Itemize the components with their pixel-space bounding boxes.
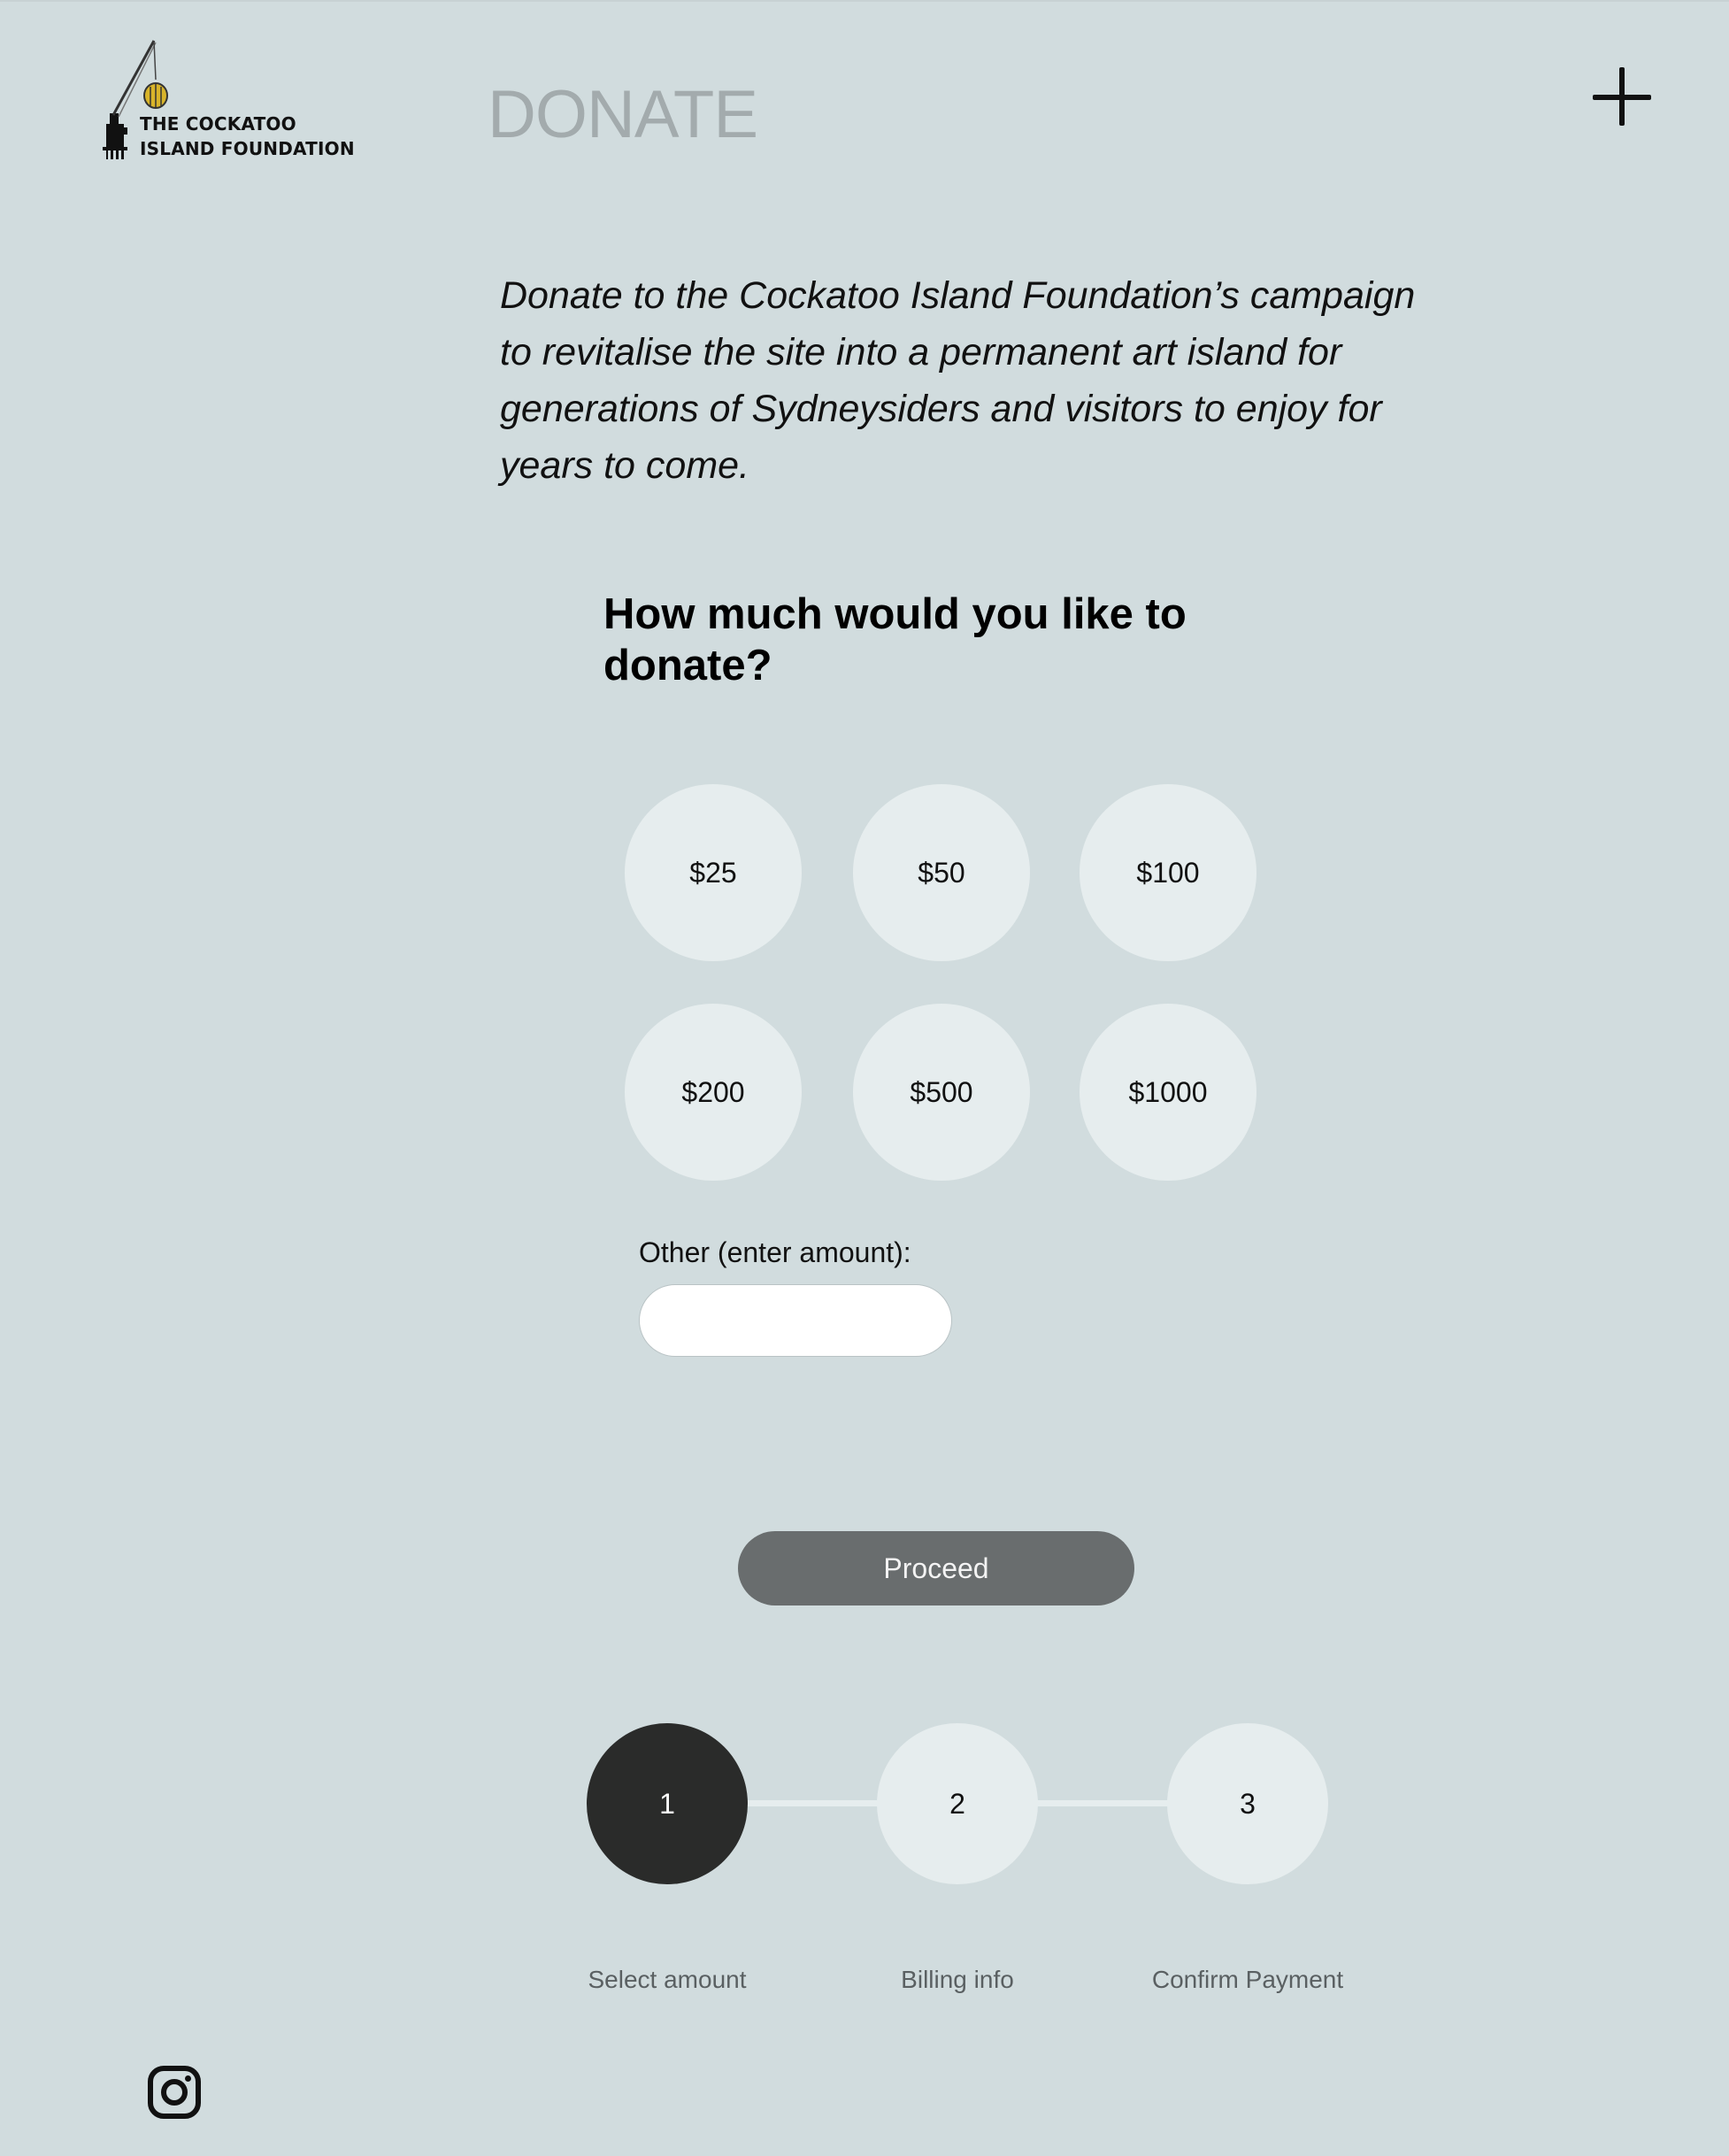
- step-connector-1-2: [747, 1800, 880, 1806]
- top-border: [0, 0, 1729, 2]
- step-1-indicator: 1: [587, 1723, 748, 1884]
- page-title: DONATE: [488, 77, 758, 152]
- proceed-button[interactable]: Proceed: [738, 1531, 1134, 1605]
- logo-line-1: THE COCKATOO: [140, 113, 296, 135]
- amount-button-100[interactable]: $100: [1080, 784, 1256, 961]
- logo-wordmark: THE COCKATOO ISLAND FOUNDATION: [140, 112, 355, 161]
- step-3-indicator: 3: [1167, 1723, 1328, 1884]
- amount-button-500[interactable]: $500: [853, 1004, 1030, 1181]
- logo-line-2: ISLAND FOUNDATION: [140, 138, 355, 159]
- other-amount-input[interactable]: [639, 1284, 952, 1357]
- step-connector-2-3: [1037, 1800, 1170, 1806]
- step-2-indicator: 2: [877, 1723, 1038, 1884]
- amount-button-25[interactable]: $25: [625, 784, 802, 961]
- plus-icon[interactable]: [1589, 64, 1656, 131]
- amount-button-200[interactable]: $200: [625, 1004, 802, 1181]
- donation-question: How much would you like to donate?: [603, 590, 1187, 689]
- step-2-label: Billing info: [901, 1966, 1014, 1993]
- other-amount-label: Other (enter amount):: [639, 1236, 911, 1268]
- amount-button-1000[interactable]: $1000: [1080, 1004, 1256, 1181]
- amount-button-50[interactable]: $50: [853, 784, 1030, 961]
- step-3-label: Confirm Payment: [1151, 1966, 1344, 1993]
- instagram-icon[interactable]: [147, 2065, 202, 2120]
- foundation-logo[interactable]: THE COCKATOO ISLAND FOUNDATION: [99, 35, 356, 168]
- step-1-label: Select amount: [588, 1966, 747, 1993]
- intro-text: Donate to the Cockatoo Island Foundation…: [500, 274, 1416, 487]
